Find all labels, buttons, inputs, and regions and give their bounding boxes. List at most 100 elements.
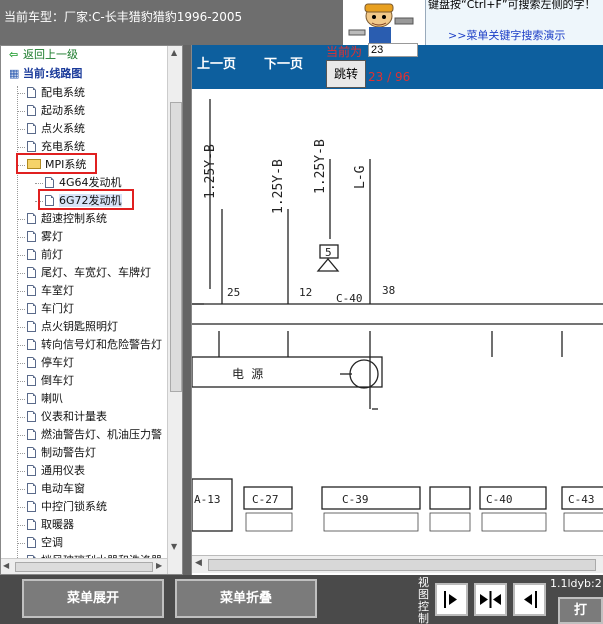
next-page-button[interactable]: 下一页 bbox=[264, 53, 303, 72]
pin-label: 12 bbox=[299, 286, 312, 299]
tree-scroll-thumb[interactable] bbox=[170, 102, 182, 392]
tree-connector bbox=[17, 507, 25, 508]
tree-hscroll-thumb[interactable] bbox=[15, 562, 153, 572]
wire-label-4: L-G bbox=[353, 165, 368, 189]
tree-item-label: 停车灯 bbox=[41, 356, 74, 369]
diagram-canvas: 1.25Y-B 1.25Y-B 1.25Y-B L-G 25 12 38 C-4… bbox=[192, 99, 603, 532]
tree-horizontal-scrollbar[interactable]: ◀ ▶ bbox=[1, 558, 167, 574]
document-icon bbox=[27, 141, 36, 152]
tree-item[interactable]: 中控门锁系统 bbox=[27, 498, 107, 515]
pin-label: 25 bbox=[227, 286, 240, 299]
tree-item-label: 倒车灯 bbox=[41, 374, 74, 387]
tree-connector bbox=[17, 489, 25, 490]
jump-button[interactable]: 跳转 bbox=[326, 60, 366, 88]
tree-connector bbox=[17, 435, 25, 436]
tree-item-label: 仪表和计量表 bbox=[41, 410, 107, 423]
tree-item-label: 配电系统 bbox=[41, 86, 85, 99]
tree-item[interactable]: 燃油警告灯、机油压力警 bbox=[27, 426, 162, 443]
diagram-scrollbar[interactable]: ◀ bbox=[192, 555, 603, 573]
tree-item[interactable]: 尾灯、车宽灯、车牌灯 bbox=[27, 264, 151, 281]
prev-page-button[interactable]: 上一页 bbox=[197, 53, 236, 72]
page-input[interactable] bbox=[368, 43, 418, 57]
collapse-menu-button[interactable]: 菜单折叠 bbox=[175, 579, 317, 618]
app-window: 当前车型：厂家:C-长丰猎豹猎豹1996-2005 键盘按“Ctrl+F”可搜索… bbox=[0, 0, 603, 624]
tree-item-label: 尾灯、车宽灯、车牌灯 bbox=[41, 266, 151, 279]
tree-item[interactable]: 喇叭 bbox=[27, 390, 63, 407]
view-center-button[interactable] bbox=[474, 583, 507, 616]
document-icon bbox=[27, 213, 36, 224]
tree-item[interactable]: 转向信号灯和危险警告灯 bbox=[27, 336, 162, 353]
tree-item-label: 车门灯 bbox=[41, 302, 74, 315]
tree-item-label: 取暖器 bbox=[41, 518, 74, 531]
tree-connector bbox=[17, 111, 25, 112]
tree-item-label: 前灯 bbox=[41, 248, 63, 261]
document-icon bbox=[27, 285, 36, 296]
connector-label: C-27 bbox=[252, 493, 279, 506]
wire-label-2: 1.25Y-B bbox=[271, 159, 286, 214]
tree-item[interactable]: 前灯 bbox=[27, 246, 63, 263]
tree-connector bbox=[17, 129, 25, 130]
search-demo-link[interactable]: >>菜单关键字搜索演示 bbox=[448, 27, 565, 43]
tree-item[interactable]: 停车灯 bbox=[27, 354, 74, 371]
tree-item[interactable]: 倒车灯 bbox=[27, 372, 74, 389]
tree-connector bbox=[17, 399, 25, 400]
power-box-label: 电 源 bbox=[232, 367, 263, 381]
document-icon bbox=[27, 231, 36, 242]
scroll-left-icon[interactable]: ◀ bbox=[195, 558, 202, 568]
back-button[interactable]: ⇦ 返回上一级 bbox=[9, 46, 78, 63]
tree-connector bbox=[17, 93, 25, 94]
scroll-down-icon[interactable]: ▼ bbox=[171, 542, 177, 551]
scroll-up-icon[interactable]: ▲ bbox=[171, 48, 177, 57]
scroll-left-icon[interactable]: ◀ bbox=[3, 561, 9, 570]
tree-item[interactable]: 空调 bbox=[27, 534, 63, 551]
document-icon bbox=[27, 465, 36, 476]
tree-item[interactable]: 通用仪表 bbox=[27, 462, 85, 479]
connector-label: A-13 bbox=[194, 493, 221, 506]
scroll-right-icon[interactable]: ▶ bbox=[156, 561, 162, 570]
tree-item-label: 转向信号灯和危险警告灯 bbox=[41, 338, 162, 351]
document-icon bbox=[27, 339, 36, 350]
tree-item[interactable]: 仪表和计量表 bbox=[27, 408, 107, 425]
tree-connector bbox=[17, 327, 25, 328]
document-icon bbox=[27, 447, 36, 458]
tree-item[interactable]: 配电系统 bbox=[27, 84, 85, 101]
tree-connector bbox=[17, 255, 25, 256]
document-icon bbox=[27, 519, 36, 530]
tree-item[interactable]: 点火钥匙照明灯 bbox=[27, 318, 118, 335]
tree-item[interactable]: 取暖器 bbox=[27, 516, 74, 533]
connector-5-label: 5 bbox=[325, 246, 332, 259]
tree-item-label: 喇叭 bbox=[41, 392, 63, 405]
tree-root-icon: ▦ bbox=[9, 67, 20, 80]
arrow-left-icon bbox=[524, 591, 537, 608]
tree-vertical-scrollbar[interactable]: ▲ ▼ bbox=[167, 46, 182, 574]
tree-item[interactable]: 雾灯 bbox=[27, 228, 63, 245]
tree-item-label: 空调 bbox=[41, 536, 63, 549]
back-arrow-icon: ⇦ bbox=[9, 48, 19, 61]
connector-label: C-39 bbox=[342, 493, 369, 506]
tree-item[interactable]: 起动系统 bbox=[27, 102, 85, 119]
diagram-scroll-thumb[interactable] bbox=[208, 559, 596, 571]
tree-connector bbox=[17, 471, 25, 472]
view-left-button[interactable] bbox=[435, 583, 468, 616]
tree-item[interactable]: 电动车窗 bbox=[27, 480, 85, 497]
tree-item[interactable]: 制动警告灯 bbox=[27, 444, 96, 461]
print-button[interactable]: 打 bbox=[558, 597, 603, 624]
document-icon bbox=[27, 105, 36, 116]
header-bar: 当前车型：厂家:C-长丰猎豹猎豹1996-2005 键盘按“Ctrl+F”可搜索… bbox=[0, 0, 603, 45]
highlight-6g72 bbox=[38, 189, 134, 210]
tree-item[interactable]: 车门灯 bbox=[27, 300, 74, 317]
document-icon bbox=[27, 357, 36, 368]
tree-item[interactable]: 点火系统 bbox=[27, 120, 85, 137]
tree-connector bbox=[17, 237, 25, 238]
page-label: 当前为 bbox=[326, 45, 363, 59]
tree-connector bbox=[17, 543, 25, 544]
tree-item[interactable]: 超速控制系统 bbox=[27, 210, 107, 227]
document-icon bbox=[27, 321, 36, 332]
tree-item-label: 中控门锁系统 bbox=[41, 500, 107, 513]
document-icon bbox=[27, 411, 36, 422]
tree-item-label: 点火系统 bbox=[41, 122, 85, 135]
document-icon bbox=[45, 177, 54, 188]
view-right-button[interactable] bbox=[513, 583, 546, 616]
tree-item[interactable]: 车室灯 bbox=[27, 282, 74, 299]
expand-menu-button[interactable]: 菜单展开 bbox=[22, 579, 164, 618]
